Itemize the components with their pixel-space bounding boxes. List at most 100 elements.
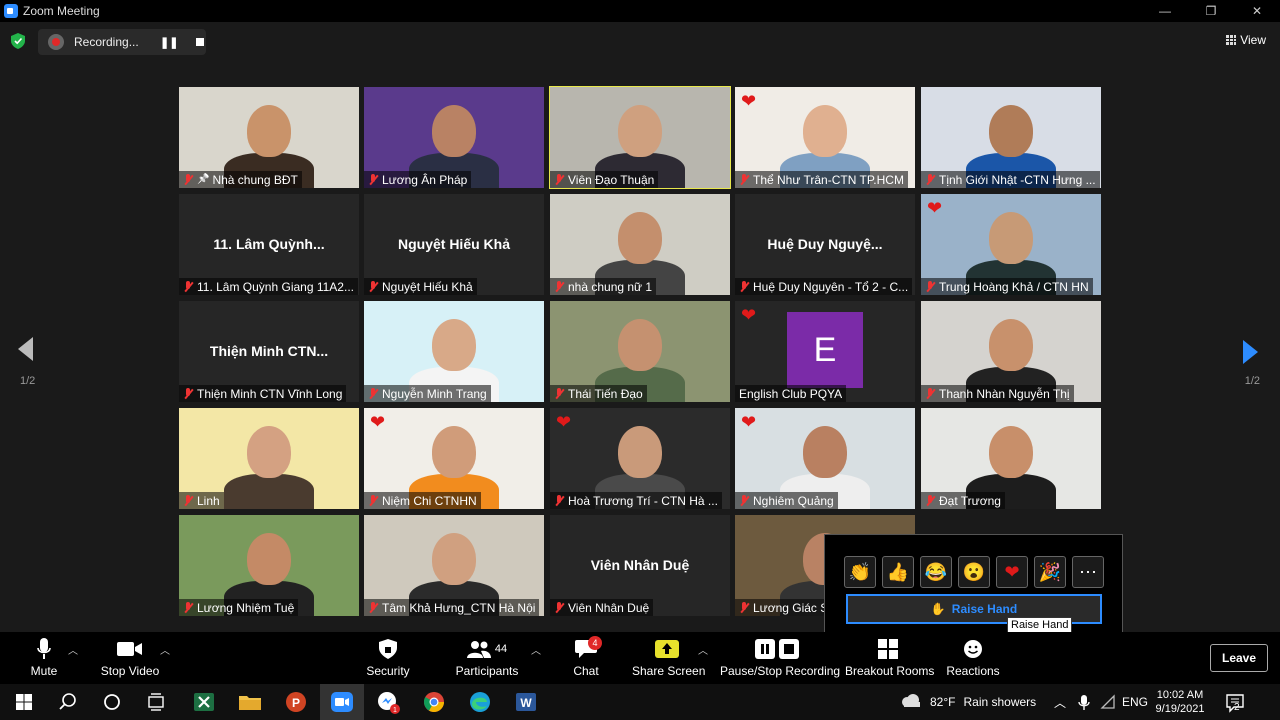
participant-tile[interactable]: Thiện Minh CTN... Thiện Minh CTN Vĩnh Lon… xyxy=(179,301,359,402)
muted-mic-icon xyxy=(739,494,749,507)
participant-tile[interactable]: Tâm Khả Hưng_CTN Hà Nội xyxy=(364,515,544,616)
next-page-arrow-icon[interactable] xyxy=(1243,340,1258,364)
more-emoji-button[interactable]: ⋯ xyxy=(1072,556,1104,588)
excel-icon[interactable] xyxy=(190,688,218,716)
cloud-rain-icon xyxy=(902,694,920,707)
participant-namebar: Nghiêm Quảng xyxy=(735,492,838,509)
muted-mic-icon xyxy=(739,173,749,186)
participant-tile[interactable]: Linh xyxy=(179,408,359,509)
participant-name: Thể Như Trân-CTN TP.HCM xyxy=(753,172,904,187)
heart-emoji-button[interactable]: ❤ xyxy=(996,556,1028,588)
participant-name: Nhà chung BĐT xyxy=(212,172,298,187)
muted-mic-icon xyxy=(925,280,935,293)
windows-start-icon[interactable] xyxy=(10,688,38,716)
close-window-button[interactable]: ✕ xyxy=(1234,0,1280,22)
wifi-icon[interactable] xyxy=(1094,688,1122,716)
maximize-button[interactable]: ❐ xyxy=(1188,0,1234,22)
thumbs-up-emoji-button[interactable]: 👍 xyxy=(882,556,914,588)
muted-mic-icon xyxy=(183,173,193,186)
clock-time: 10:02 AM xyxy=(1156,689,1204,701)
participant-tile[interactable]: Lương Nhiệm Tuệ xyxy=(179,515,359,616)
participant-tile[interactable]: Thanh Nhàn Nguyễn Thị xyxy=(921,301,1101,402)
reactions-button[interactable]: Reactions xyxy=(944,636,1002,678)
weather-widget[interactable]: 82°F Rain showers xyxy=(900,684,1036,720)
raise-hand-label: Raise Hand xyxy=(951,602,1018,616)
participant-tile[interactable]: ❤ Hoà Trương Trí - CTN Hà ... xyxy=(550,408,730,509)
participant-tile[interactable]: Thái Tiến Đạo xyxy=(550,301,730,402)
file-explorer-icon[interactable] xyxy=(236,688,264,716)
participant-tile[interactable]: E ❤ English Club PQYA xyxy=(735,301,915,402)
breakout-rooms-icon xyxy=(878,639,898,659)
participant-tile[interactable]: Huệ Duy Nguyệ... Huệ Duy Nguyên - Tổ 2 - … xyxy=(735,194,915,295)
participant-name: nhà chung nữ 1 xyxy=(568,279,653,294)
participant-tile[interactable]: Viên Đạo Thuận xyxy=(549,86,731,189)
task-view-icon[interactable] xyxy=(142,688,170,716)
cortana-icon[interactable] xyxy=(98,688,126,716)
participant-tile[interactable]: ❤ Thể Như Trân-CTN TP.HCM xyxy=(735,87,915,188)
participant-name: Trung Hoàng Khả / CTN HN xyxy=(939,279,1089,294)
heart-reaction-icon: ❤ xyxy=(927,198,943,218)
view-label: View xyxy=(1240,33,1266,47)
participant-tile[interactable]: 11. Lâm Quỳnh... 11. Lâm Quỳnh Giang 11A2… xyxy=(179,194,359,295)
minimize-button[interactable]: — xyxy=(1142,0,1188,22)
encryption-shield-icon[interactable] xyxy=(11,33,25,49)
taskbar-search-icon[interactable] xyxy=(54,688,82,716)
muted-mic-icon xyxy=(554,494,564,507)
participant-tile[interactable]: Tịnh Giới Nhật -CTN Hưng ... xyxy=(921,87,1101,188)
pause-stop-recording-button[interactable]: Pause/Stop Recording xyxy=(720,636,840,678)
clock[interactable]: 10:02 AM 9/19/2021 xyxy=(1152,684,1208,720)
participant-tile[interactable]: Nguyễn Minh Trang xyxy=(364,301,544,402)
chat-button[interactable]: 4 Chat xyxy=(566,636,606,678)
tada-emoji-button[interactable]: 🎉 xyxy=(1034,556,1066,588)
participant-tile[interactable]: Viên Nhân Duệ Viên Nhân Duệ xyxy=(550,515,730,616)
leave-button[interactable]: Leave xyxy=(1210,644,1268,672)
clap-emoji-button[interactable]: 👏 xyxy=(844,556,876,588)
input-language[interactable]: ENG xyxy=(1122,684,1148,720)
participants-count: 44 xyxy=(494,643,508,655)
participants-caret-icon[interactable]: ︿ xyxy=(531,642,541,657)
participant-tile[interactable]: nhà chung nữ 1 xyxy=(550,194,730,295)
previous-page-arrow-icon[interactable] xyxy=(18,337,33,361)
video-options-caret-icon[interactable]: ︿ xyxy=(160,642,170,657)
participant-name: Tịnh Giới Nhật -CTN Hưng ... xyxy=(939,172,1096,187)
participant-name: Thanh Nhàn Nguyễn Thị xyxy=(939,386,1070,401)
messenger-icon[interactable]: 1 xyxy=(374,688,402,716)
breakout-rooms-button[interactable]: Breakout Rooms xyxy=(845,636,934,678)
powerpoint-icon[interactable]: P xyxy=(282,688,310,716)
mute-button[interactable]: Mute xyxy=(24,636,64,678)
emoji-row: 👏 👍 😂 😮 ❤ 🎉 ⋯ xyxy=(844,556,1104,588)
show-hidden-icons-caret-icon[interactable]: ︿ xyxy=(1054,684,1066,720)
participant-tile[interactable]: Đạt Trương xyxy=(921,408,1101,509)
stop-video-button[interactable]: Stop Video xyxy=(98,636,162,678)
share-options-caret-icon[interactable]: ︿ xyxy=(698,642,708,657)
reactions-panel: 👏 👍 😂 😮 ❤ 🎉 ⋯ ✋ Raise Hand xyxy=(824,534,1123,645)
edge-icon[interactable] xyxy=(466,688,494,716)
participant-namebar: Viên Đạo Thuận xyxy=(550,171,659,188)
view-button[interactable]: View xyxy=(1226,33,1266,47)
participant-tile[interactable]: ❤ Niệm Chi CTNHN xyxy=(364,408,544,509)
joy-emoji-button[interactable]: 😂 xyxy=(920,556,952,588)
security-label: Security xyxy=(366,664,410,678)
participant-display-name: Viên Nhân Duệ xyxy=(590,557,690,573)
audio-options-caret-icon[interactable]: ︿ xyxy=(68,642,78,657)
participant-tile[interactable]: Nguyệt Hiếu Khả Nguyệt Hiếu Khả xyxy=(364,194,544,295)
security-button[interactable]: Security xyxy=(362,636,414,678)
participant-tile[interactable]: 📌 Nhà chung BĐT xyxy=(179,87,359,188)
participant-tile[interactable]: ❤ Trung Hoàng Khả / CTN HN xyxy=(921,194,1101,295)
participant-tile[interactable]: ❤ Nghiêm Quảng xyxy=(735,408,915,509)
word-icon[interactable]: W xyxy=(512,688,540,716)
participant-name: Viên Nhân Duệ xyxy=(568,600,650,615)
participant-name: Lương Nhiệm Tuệ xyxy=(197,600,295,615)
svg-text:W: W xyxy=(520,696,532,710)
participant-namebar: Nguyệt Hiếu Khả xyxy=(364,278,477,295)
zoom-taskbar-icon[interactable] xyxy=(328,688,356,716)
surprised-emoji-button[interactable]: 😮 xyxy=(958,556,990,588)
muted-mic-icon xyxy=(183,601,193,614)
chrome-icon[interactable] xyxy=(420,688,448,716)
share-screen-button[interactable]: Share Screen xyxy=(632,636,705,678)
participant-name: Thái Tiến Đạo xyxy=(568,386,643,401)
participant-tile[interactable]: Lương Ân Pháp xyxy=(364,87,544,188)
participants-button[interactable]: 44 Participants xyxy=(455,636,519,678)
pause-recording-icon[interactable]: ❚❚ xyxy=(160,36,178,49)
stop-recording-icon[interactable] xyxy=(196,38,205,46)
